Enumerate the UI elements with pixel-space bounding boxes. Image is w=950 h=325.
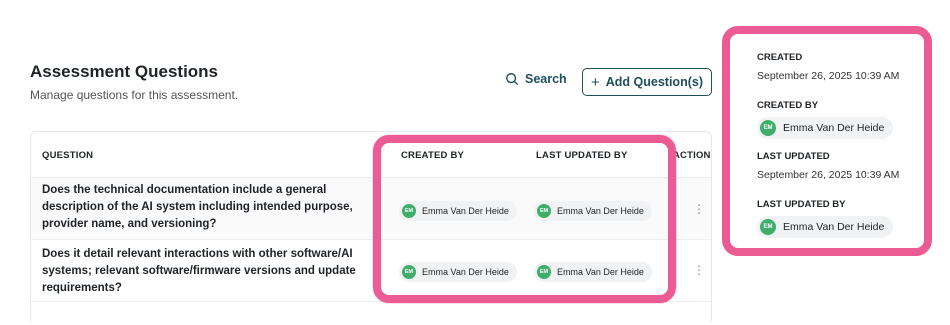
question-text: Does the technical documentation include…: [42, 184, 353, 230]
created-by-chip: EM Emma Van Der Heide: [757, 117, 894, 139]
user-name: Emma Van Der Heide: [422, 206, 509, 216]
search-label: Search: [525, 72, 567, 86]
user-name: Emma Van Der Heide: [557, 206, 644, 216]
last-updated-by-chip: EM Emma Van Der Heide: [757, 216, 894, 238]
user-name: Emma Van Der Heide: [557, 267, 644, 277]
last-updated-value: September 26, 2025 10:39 AM: [757, 169, 900, 181]
add-question-button[interactable]: + Add Question(s): [582, 68, 712, 96]
avatar: EM: [402, 265, 416, 279]
created-label: CREATED: [757, 52, 803, 63]
kebab-icon[interactable]: ⋮: [693, 203, 705, 215]
search-icon: [506, 73, 519, 86]
avatar: EM: [760, 219, 776, 235]
user-name: Emma Van Der Heide: [783, 221, 885, 233]
column-header-created-by: CREATED BY: [401, 150, 465, 161]
created-by-chip: EM Emma Van Der Heide: [399, 201, 517, 221]
table-row[interactable]: Does it detail relevant interactions wit…: [31, 240, 711, 302]
plus-icon: +: [591, 73, 600, 91]
column-header-actions: ACTIONS: [673, 150, 711, 161]
search-button[interactable]: Search: [505, 72, 567, 86]
last-updated-label: LAST UPDATED: [757, 151, 830, 162]
page-title: Assessment Questions: [30, 62, 219, 81]
created-by-chip: EM Emma Van Der Heide: [399, 262, 517, 282]
last-updated-by-chip: EM Emma Van Der Heide: [534, 262, 652, 282]
last-updated-by-label: LAST UPDATED BY: [757, 199, 846, 210]
avatar: EM: [537, 265, 551, 279]
column-header-last-updated-by: LAST UPDATED BY: [536, 150, 628, 161]
created-value: September 26, 2025 10:39 AM: [757, 70, 900, 82]
user-name: Emma Van Der Heide: [422, 267, 509, 277]
column-header-question: QUESTION: [42, 150, 94, 161]
avatar: EM: [760, 120, 776, 136]
table-row[interactable]: Does the technical documentation include…: [31, 178, 711, 240]
table-header: QUESTION CREATED BY LAST UPDATED BY ACTI…: [31, 132, 711, 178]
question-text: Does it detail relevant interactions wit…: [42, 248, 356, 294]
last-updated-by-chip: EM Emma Van Der Heide: [534, 201, 652, 221]
questions-table: QUESTION CREATED BY LAST UPDATED BY ACTI…: [30, 131, 712, 321]
avatar: EM: [537, 204, 551, 218]
kebab-icon[interactable]: ⋮: [693, 264, 705, 276]
add-question-label: Add Question(s): [605, 75, 703, 89]
user-name: Emma Van Der Heide: [783, 122, 885, 134]
avatar: EM: [402, 204, 416, 218]
detail-panel: CREATED September 26, 2025 10:39 AM CREA…: [722, 26, 932, 256]
created-by-label: CREATED BY: [757, 100, 819, 111]
page-subtitle: Manage questions for this assessment.: [30, 88, 239, 102]
